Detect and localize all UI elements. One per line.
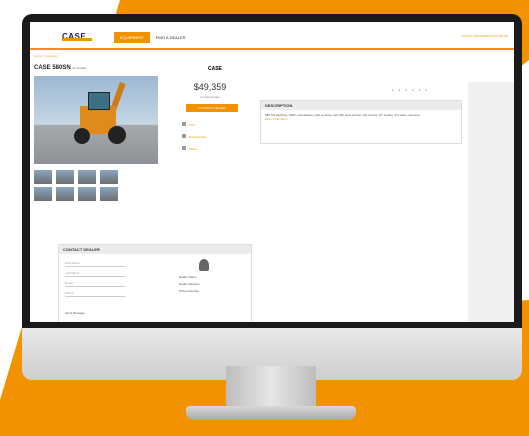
dealer-address: Dealer Address	[179, 282, 200, 286]
description-body: 580 SN backhoe, 4WD, extendahoe, pilot c…	[261, 110, 461, 124]
print-icon	[182, 122, 186, 126]
dealer-avatar-icon	[199, 259, 209, 271]
photo-thumbnail[interactable]	[100, 187, 118, 201]
photo-thumbnail[interactable]	[100, 170, 118, 184]
breadcrumb[interactable]: Home > Inventory	[34, 54, 58, 58]
last-name-field[interactable]: Last Name	[65, 271, 125, 277]
contact-form-heading: CONTACT DEALER	[59, 245, 251, 254]
backhoe-cab	[88, 92, 110, 110]
photo-thumbnail[interactable]	[34, 170, 52, 184]
price-note: Contact Dealer	[199, 95, 220, 99]
contact-dealer-button[interactable]: CONTACT DEALER	[186, 104, 238, 112]
header-links[interactable]: LOG IN / REGISTER FOLLOW US	[461, 34, 508, 38]
listing-title: CASE 580SN (or similar)	[34, 65, 87, 71]
photo-thumbnail[interactable]	[56, 187, 74, 201]
right-sidebar	[468, 82, 514, 322]
email-field[interactable]: Email	[65, 281, 125, 287]
logo-underline	[62, 38, 92, 41]
main-photo[interactable]	[34, 76, 158, 164]
nav-equipment[interactable]: EQUIPMENT	[114, 32, 150, 43]
photo-thumbnail[interactable]	[34, 187, 52, 201]
rear-wheel	[108, 126, 126, 144]
email-icon	[182, 134, 186, 138]
brand-logo: CASE	[208, 66, 222, 72]
option-label: Share	[189, 147, 198, 151]
description-heading: DESCRIPTION	[261, 101, 461, 110]
monitor-stand	[226, 366, 316, 410]
price: $49,359	[193, 82, 227, 92]
main-nav: EQUIPMENT FIND A DEALER	[114, 32, 192, 43]
social-icons[interactable]: ● ● ● ● ● ●	[392, 88, 429, 92]
option-label: Email Dealer	[189, 135, 207, 139]
option-email[interactable]: Email Dealer	[182, 134, 206, 139]
send-message-button[interactable]: Send Message	[65, 311, 85, 315]
nav-find-dealer[interactable]: FIND A DEALER	[150, 32, 192, 43]
photo-thumbnail[interactable]	[78, 187, 96, 201]
front-wheel	[74, 128, 90, 144]
thumbnail-grid	[34, 170, 118, 201]
site-logo[interactable]: CASE	[62, 26, 92, 41]
photo-thumbnail[interactable]	[78, 170, 96, 184]
dealer-phone[interactable]: Phone Number	[179, 289, 209, 293]
first-name-field[interactable]: First Name	[65, 261, 125, 267]
site-header: CASE EQUIPMENT FIND A DEALER LOG IN / RE…	[30, 22, 514, 50]
dealer-info: Dealer Name Dealer Address Phone Number	[179, 259, 209, 296]
description-text: 580 SN backhoe, 4WD, extendahoe, pilot c…	[265, 113, 421, 117]
option-label: Print	[189, 123, 196, 127]
option-print[interactable]: Print	[182, 122, 195, 127]
phone-field[interactable]: Phone	[65, 291, 125, 297]
description-link[interactable]: More information	[265, 117, 288, 121]
listing-title-suffix: (or similar)	[72, 66, 87, 70]
dealer-name: Dealer Name	[179, 275, 197, 279]
description-panel: DESCRIPTION 580 SN backhoe, 4WD, extenda…	[260, 100, 462, 144]
option-share[interactable]: Share	[182, 146, 197, 151]
contact-form: CONTACT DEALER First Name Last Name Emai…	[58, 244, 252, 322]
listing-title-text: CASE 580SN	[34, 65, 71, 71]
screen: CASE EQUIPMENT FIND A DEALER LOG IN / RE…	[30, 22, 514, 322]
monitor: CASE EQUIPMENT FIND A DEALER LOG IN / RE…	[22, 14, 522, 380]
photo-thumbnail[interactable]	[56, 170, 74, 184]
monitor-base	[186, 406, 356, 420]
share-icon	[182, 146, 186, 150]
